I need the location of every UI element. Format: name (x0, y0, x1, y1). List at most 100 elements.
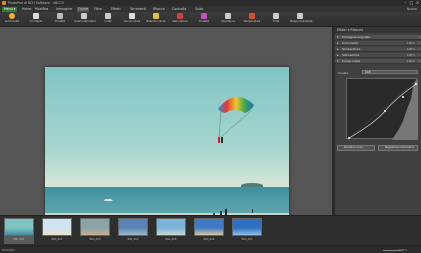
toolbar-button-label: Sfumatura (221, 20, 235, 23)
toolbar-button-label: Livelli (104, 20, 112, 23)
auto-adjust-button[interactable]: Regolazione Automatica (378, 145, 418, 151)
canvas-area[interactable] (0, 27, 332, 227)
thumbnail-name: IMG_001 (13, 238, 25, 241)
remove-icon[interactable]: × (418, 41, 420, 46)
zoom-slider[interactable] (383, 249, 401, 251)
thumbnail-image (42, 218, 72, 236)
effect-row[interactable]: ▸ Luminosità 100% × (335, 41, 421, 46)
curve-editor[interactable] (346, 78, 419, 141)
photo-canvas[interactable] (45, 67, 289, 227)
effect-label: Curve colore (342, 59, 361, 63)
levels-icon (105, 13, 111, 19)
toolbar-button-label: Luminosità (4, 20, 20, 23)
menu-item[interactable]: Controlla (172, 7, 186, 12)
menu-item[interactable]: Immagine (56, 7, 72, 12)
toolbar-button[interactable]: Livelli (98, 13, 118, 26)
thumbnail-name: IMG_003 (89, 238, 101, 241)
menu-item[interactable]: Ritocca (153, 7, 165, 12)
reset-curve-button[interactable]: Ripristina curva (337, 145, 375, 151)
toolbar-button-label: Tonalità (54, 20, 65, 23)
effect-value: 100% (406, 53, 415, 57)
thumbnail-name: IMG_004 (127, 238, 139, 241)
filmstrip-thumbnail[interactable]: IMG_001 (4, 218, 34, 244)
toolbar-button[interactable]: Mappa Gradiente (290, 13, 312, 26)
toolbar-button[interactable]: Saturazione (170, 13, 190, 26)
effect-row[interactable]: ▾ Immagine originale × (335, 35, 421, 40)
toolbar-button-label: Tonalità (198, 20, 209, 23)
new-label[interactable]: Nuovo (407, 7, 417, 12)
expand-arrow-icon[interactable]: ▾ (337, 59, 338, 64)
toolbar-button-label: Curve colore (123, 20, 141, 23)
menu-item[interactable]: Modifica (35, 7, 48, 12)
contrast-icon (33, 13, 39, 19)
close-button[interactable]: ✕ (415, 1, 420, 5)
thermometer-icon (249, 13, 255, 19)
toolbar-button[interactable]: Temperatura (242, 13, 262, 26)
maximize-button[interactable]: □ (409, 1, 414, 5)
toolbar-button[interactable]: Tinta (266, 13, 286, 26)
effect-row[interactable]: ▸ Temperatura 100% × (335, 47, 421, 52)
toolbar-button[interactable]: Contrasto (26, 13, 46, 26)
window-title: PhotoPad di NCH Software - 4BCC9 (8, 1, 64, 5)
effect-label: Luminosità (342, 41, 358, 45)
toolbar: Luminosità Contrasto Tonalità Livelli autom… (0, 12, 421, 27)
minimize-button[interactable]: – (403, 1, 408, 5)
effect-value: 100% (406, 59, 415, 63)
thumbnail-image (4, 218, 34, 236)
filmstrip: IMG_001 IMG_002 IMG_003 IMG_004 IMG_005 IMG_0… (0, 215, 421, 247)
parasail-scene (104, 96, 254, 223)
thumbnail-image (118, 218, 148, 236)
toolbar-button[interactable]: Livelli automatici (74, 13, 97, 26)
remove-icon[interactable]: × (418, 59, 420, 64)
expand-arrow-icon[interactable]: ▾ (337, 35, 338, 40)
toolbar-button[interactable]: Tonalità (50, 13, 70, 26)
color-wheel-icon (201, 13, 207, 19)
curve-point (402, 96, 404, 98)
filmstrip-thumbnail[interactable]: IMG_004 (118, 218, 148, 244)
balance-icon (153, 13, 159, 19)
filmstrip-thumbnail[interactable]: IMG_007 (232, 218, 262, 244)
effects-panel: Effetti e Ritocchi ▾ Immagine originale × ▸… (335, 27, 421, 215)
remove-icon[interactable]: × (418, 53, 420, 58)
toolbar-button[interactable]: Bilancia colore (146, 13, 166, 26)
channel-select[interactable]: RGB (362, 70, 418, 74)
thumbnail-image (194, 218, 224, 236)
filmstrip-thumbnail[interactable]: IMG_006 (194, 218, 224, 244)
filmstrip-thumbnail[interactable]: IMG_005 (156, 218, 186, 244)
toolbar-button-label: Contrasto (29, 20, 43, 23)
remove-icon[interactable]: × (418, 47, 420, 52)
thumbnail-name: IMG_005 (165, 238, 177, 241)
effect-label: Saturazione (342, 53, 360, 57)
filmstrip-thumbnail[interactable]: IMG_002 (42, 218, 72, 244)
toolbar-button[interactable]: Sfumatura (218, 13, 238, 26)
app-icon (2, 1, 6, 5)
curve-point (384, 110, 386, 112)
effect-row[interactable]: ▸ Saturazione 100% × (335, 53, 421, 58)
thumbnail-name: IMG_007 (241, 238, 253, 241)
tint-icon (225, 13, 231, 19)
menu-item[interactable]: Strumenti (130, 7, 146, 12)
toolbar-button[interactable]: Curve colore (122, 13, 142, 26)
curves-icon (129, 13, 135, 19)
menu-item[interactable]: Filtro (94, 7, 102, 12)
curve-graph[interactable] (346, 78, 419, 141)
menu-item[interactable]: Effetti (111, 7, 121, 12)
toolbar-button-label: Saturazione (172, 20, 188, 23)
expand-arrow-icon[interactable]: ▸ (337, 47, 338, 52)
toolbar-button-label: Livelli automatici (74, 20, 97, 23)
toolbar-button-label: Temperatura (243, 20, 261, 23)
expand-arrow-icon[interactable]: ▸ (337, 53, 338, 58)
file-menu-button[interactable]: Menu ▾ (2, 6, 18, 12)
menu-item[interactable]: Home (22, 7, 31, 12)
effect-value: 100% (406, 41, 415, 45)
toolbar-button[interactable]: Luminosità (2, 13, 22, 26)
expand-arrow-icon[interactable]: ▸ (337, 41, 338, 46)
curve-point (415, 83, 417, 85)
toolbar-button[interactable]: Tonalità (194, 13, 214, 26)
menu-item[interactable]: Colore (77, 6, 90, 12)
filmstrip-thumbnail[interactable]: IMG_003 (80, 218, 110, 244)
remove-icon[interactable]: × (418, 35, 420, 40)
effect-row[interactable]: ▾ Curve colore 100% × (335, 59, 421, 64)
effect-value: 100% (406, 47, 415, 51)
menu-item[interactable]: Suite (195, 7, 203, 12)
